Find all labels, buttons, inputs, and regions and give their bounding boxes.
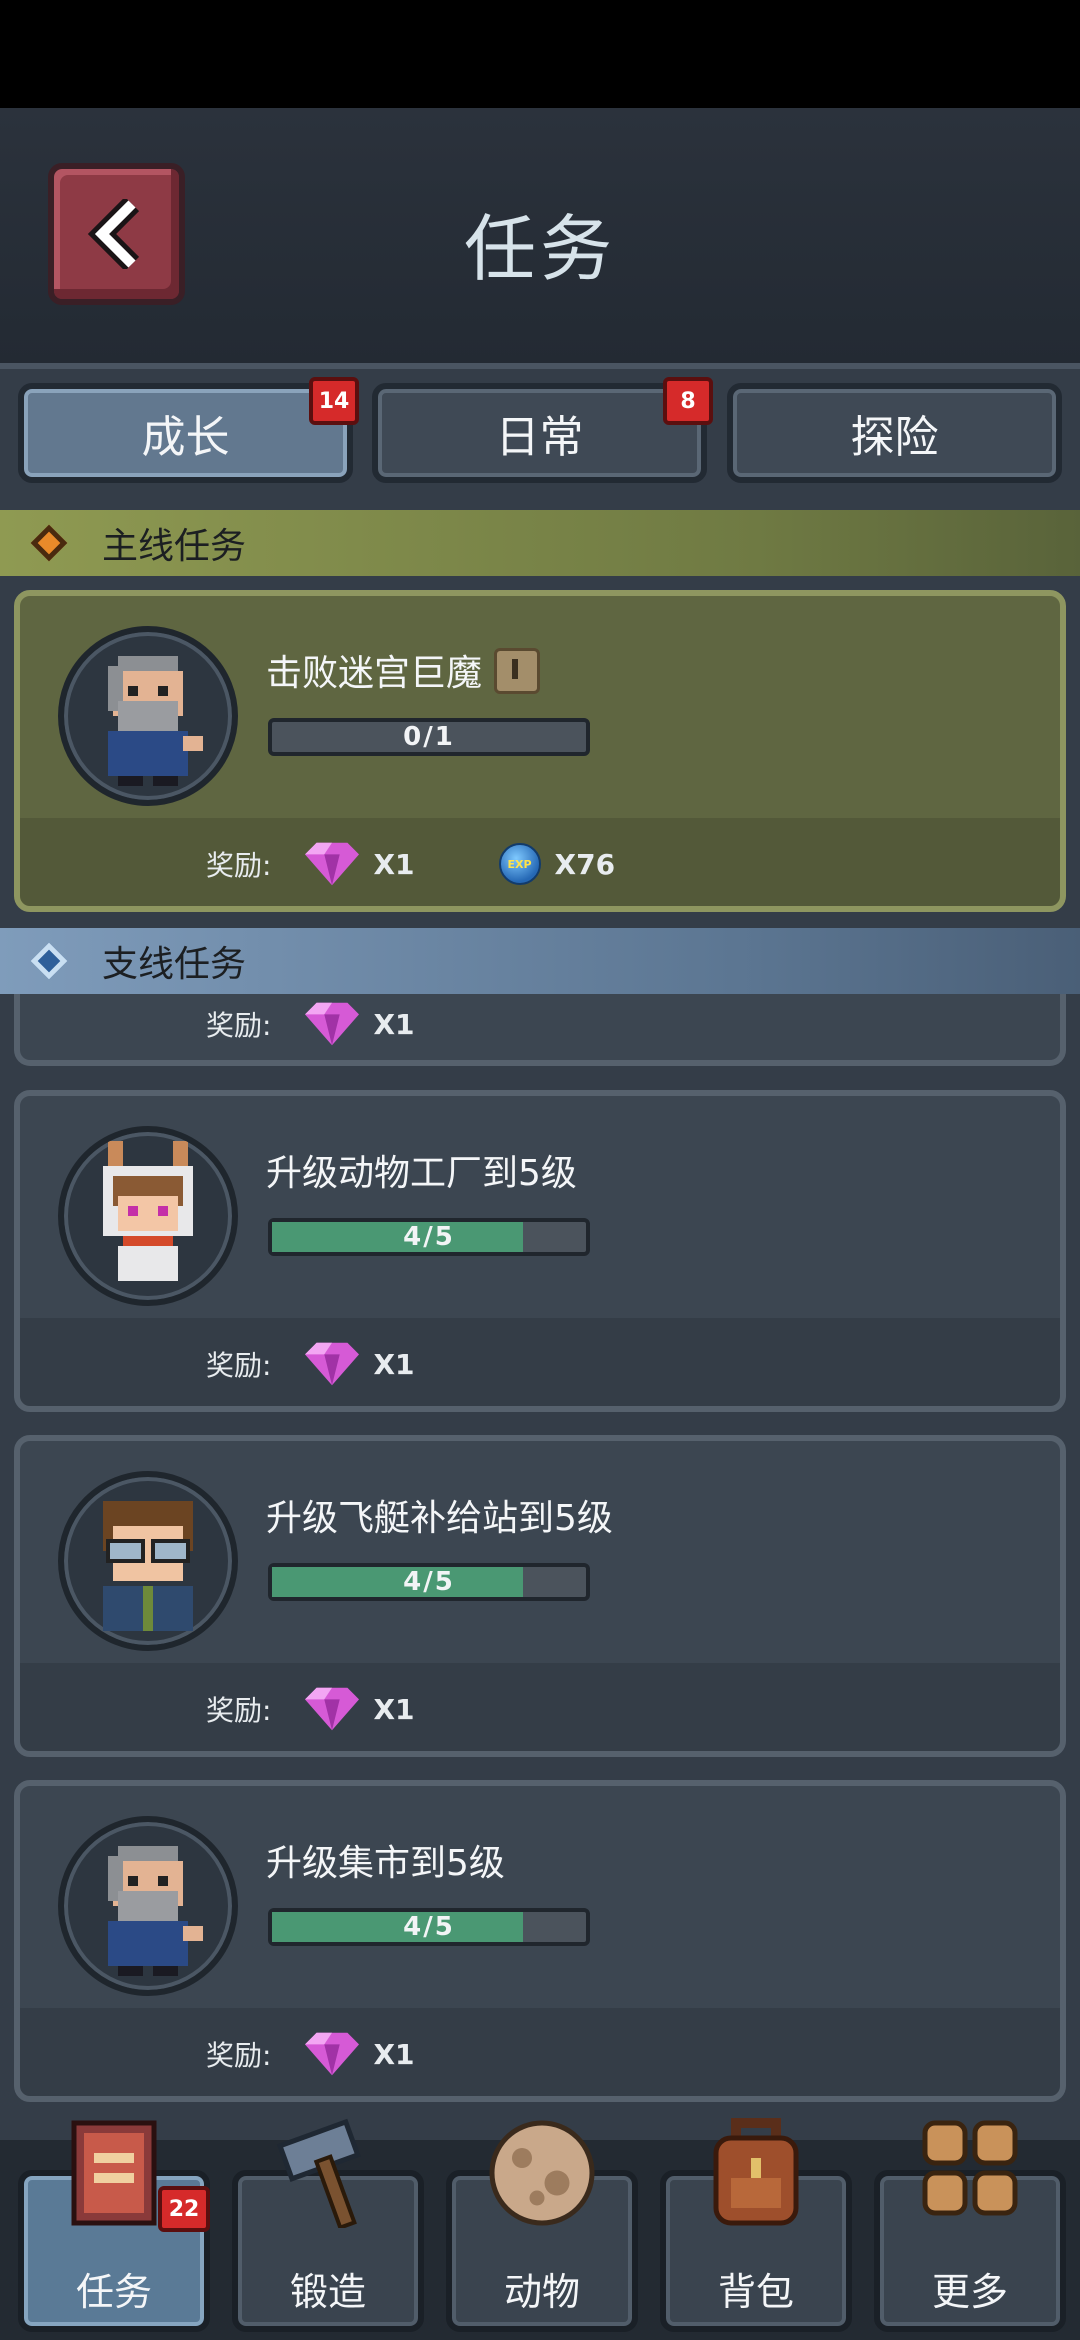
backpack-icon bbox=[713, 2118, 799, 2226]
avatar bbox=[58, 626, 238, 806]
nav-forge[interactable]: 锻造 bbox=[232, 2118, 424, 2332]
notification-badge: 8 bbox=[663, 377, 713, 425]
tab-growth[interactable]: 成长 14 bbox=[18, 377, 359, 483]
glasses-boy-icon bbox=[103, 1501, 193, 1631]
gem-icon bbox=[305, 1687, 360, 1731]
reward-row: 奖励: X1 bbox=[206, 1342, 415, 1386]
progress-bar: 0/1 bbox=[268, 718, 590, 756]
nav-backpack[interactable]: 背包 bbox=[660, 2118, 852, 2332]
old-wizard-icon bbox=[108, 1846, 203, 1976]
quest-title: 升级飞艇补给站到5级 bbox=[266, 1498, 613, 1539]
side-quest-card[interactable]: 升级飞艇补给站到5级 4/5 奖励: X1 bbox=[14, 1435, 1066, 1757]
tab-label: 探险 bbox=[850, 412, 939, 463]
gem-icon bbox=[305, 1342, 360, 1386]
side-quest-card[interactable]: 升级集市到5级 4/5 奖励: X1 bbox=[14, 1780, 1066, 2102]
quest-title: 升级集市到5级 bbox=[266, 1843, 505, 1884]
progress-bar: 4/5 bbox=[268, 1563, 590, 1601]
gem-icon bbox=[305, 842, 360, 886]
diamond-icon bbox=[30, 942, 68, 980]
notification-badge: 14 bbox=[309, 377, 359, 425]
nav-more[interactable]: 更多 bbox=[874, 2120, 1066, 2332]
avatar bbox=[58, 1471, 238, 1651]
quest-title: 升级动物工厂到5级 bbox=[266, 1153, 577, 1194]
page-title: 任务 bbox=[463, 207, 616, 291]
quest-book-icon bbox=[71, 2120, 157, 2226]
reward-qty: X1 bbox=[373, 1692, 415, 1726]
main-quest-section-header: 主线任务 bbox=[0, 510, 1080, 576]
reward-row: 奖励: X1 bbox=[206, 1002, 415, 1046]
reward-footer bbox=[20, 1318, 1060, 1406]
side-quest-card[interactable]: 升级动物工厂到5级 4/5 奖励: X1 bbox=[14, 1090, 1066, 1412]
status-bar bbox=[0, 0, 1080, 108]
bunny-hood-girl-icon bbox=[103, 1141, 193, 1281]
reward-label: 奖励: bbox=[206, 1694, 272, 1727]
tab-label: 成长 bbox=[141, 412, 230, 463]
nav-animals[interactable]: 动物 bbox=[446, 2120, 638, 2332]
progress-text: 0/1 bbox=[403, 722, 455, 752]
reward-label: 奖励: bbox=[206, 2039, 272, 2072]
nav-label: 任务 bbox=[75, 2270, 152, 2314]
tab-explore[interactable]: 探险 bbox=[727, 383, 1062, 483]
quest-title-text: 击败迷宫巨魔 bbox=[266, 653, 483, 694]
gem-icon bbox=[305, 1002, 360, 1046]
section-title: 主线任务 bbox=[102, 526, 247, 567]
reward-row: 奖励: X1 EXP X76 bbox=[206, 842, 615, 886]
avatar bbox=[58, 1816, 238, 1996]
hammer-icon bbox=[276, 2118, 361, 2228]
quest-card-partial[interactable]: 奖励: X1 bbox=[14, 994, 1066, 1066]
progress-bar: 4/5 bbox=[268, 1218, 590, 1256]
reward-qty: X1 bbox=[373, 1347, 415, 1381]
tab-label: 日常 bbox=[495, 412, 584, 463]
exp-icon: EXP bbox=[498, 843, 541, 885]
tab-bar: 成长 14 日常 8 探险 bbox=[18, 377, 1062, 488]
progress-text: 4/5 bbox=[403, 1567, 455, 1597]
nav-label: 背包 bbox=[717, 2270, 794, 2314]
header: 任务 bbox=[0, 108, 1080, 369]
reward-label: 奖励: bbox=[206, 1349, 272, 1382]
reward-footer bbox=[20, 1663, 1060, 1751]
tab-daily[interactable]: 日常 8 bbox=[372, 377, 713, 483]
progress-bar: 4/5 bbox=[268, 1908, 590, 1946]
section-title: 支线任务 bbox=[102, 944, 247, 985]
info-icon[interactable] bbox=[494, 648, 541, 694]
bottom-nav: 22 任务 锻造 动物 背包 更多 bbox=[0, 2118, 1080, 2340]
avatar bbox=[58, 1126, 238, 1306]
main-quest-card[interactable]: 击败迷宫巨魔 0/1 奖励: X1 EXP X76 bbox=[14, 590, 1066, 912]
reward-qty: X1 bbox=[373, 847, 415, 881]
reward-label: 奖励: bbox=[206, 849, 272, 882]
reward-qty: X76 bbox=[554, 847, 616, 881]
progress-text: 4/5 bbox=[403, 1222, 455, 1252]
progress-text: 4/5 bbox=[403, 1912, 455, 1942]
quest-title: 击败迷宫巨魔 bbox=[266, 644, 541, 698]
nav-label: 更多 bbox=[931, 2270, 1008, 2314]
diamond-icon bbox=[30, 524, 68, 562]
reward-qty: X1 bbox=[373, 2037, 415, 2071]
grid-more-icon bbox=[922, 2120, 1018, 2216]
reward-row: 奖励: X1 bbox=[206, 1687, 415, 1731]
nav-label: 动物 bbox=[503, 2270, 580, 2314]
old-wizard-icon bbox=[108, 656, 203, 786]
reward-qty: X1 bbox=[373, 1007, 415, 1041]
reward-footer bbox=[20, 2008, 1060, 2096]
reward-row: 奖励: X1 bbox=[206, 2032, 415, 2076]
side-quest-section-header: 支线任务 bbox=[0, 928, 1080, 994]
nav-label: 锻造 bbox=[289, 2270, 366, 2314]
gem-icon bbox=[305, 2032, 360, 2076]
nav-quests[interactable]: 22 任务 bbox=[18, 2120, 210, 2332]
notification-badge: 22 bbox=[158, 2186, 210, 2232]
reward-label: 奖励: bbox=[206, 1009, 272, 1042]
egg-icon bbox=[489, 2120, 595, 2226]
